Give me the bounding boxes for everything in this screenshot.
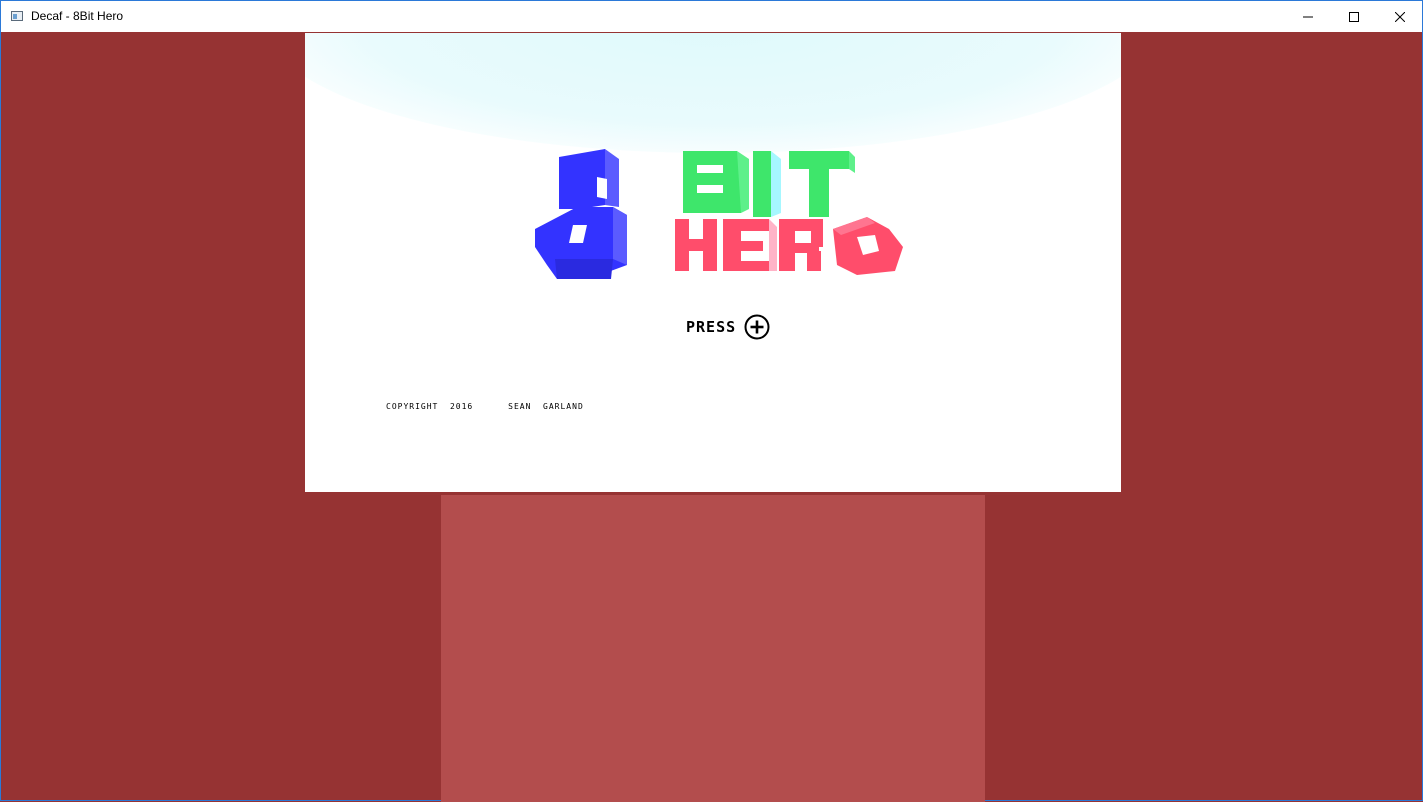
logo-number-8 (535, 149, 627, 279)
copyright-text: COPYRIGHT 2016 SEAN GARLAND (386, 402, 584, 411)
press-label: PRESS (686, 318, 737, 336)
minimize-icon (1303, 16, 1313, 17)
title-bar[interactable]: Decaf - 8Bit Hero (1, 1, 1422, 32)
plus-circle-icon[interactable] (744, 314, 770, 340)
minimize-button[interactable] (1285, 1, 1331, 32)
window-title: Decaf - 8Bit Hero (31, 9, 124, 23)
close-button[interactable] (1377, 1, 1423, 32)
stage-floor (441, 495, 985, 802)
game-logo (535, 149, 903, 279)
maximize-icon (1349, 11, 1359, 22)
game-viewport[interactable]: PRESS COPYRIGHT 2016 SEAN GARLAND (305, 33, 1121, 492)
press-start-prompt[interactable]: PRESS (686, 314, 770, 340)
close-icon (1395, 11, 1405, 22)
maximize-button[interactable] (1331, 1, 1377, 32)
logo-word-hero (675, 217, 903, 275)
logo-word-bit (683, 151, 855, 217)
app-icon (11, 11, 23, 21)
app-window: Decaf - 8Bit Hero PRESS COPYRIGHT 2016 S… (0, 0, 1423, 802)
sky-glow (305, 33, 1121, 153)
